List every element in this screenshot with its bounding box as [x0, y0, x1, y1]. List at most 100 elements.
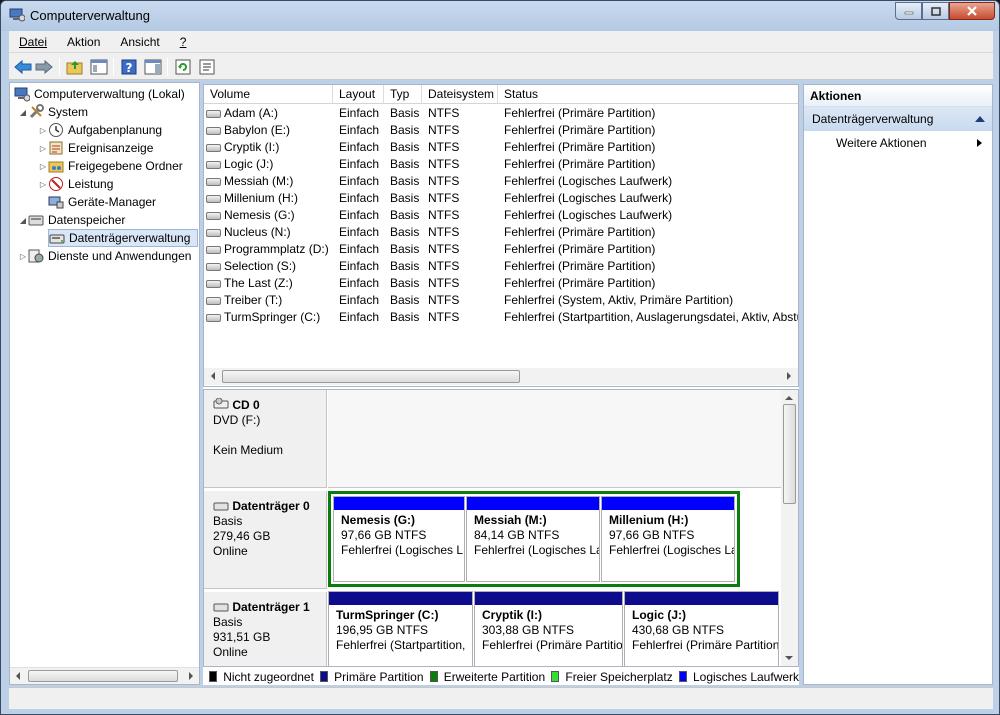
- refresh-button[interactable]: [173, 57, 193, 77]
- volume-row[interactable]: Millenium (H:) Einfach Basis NTFS Fehlerfrei…: [204, 190, 798, 207]
- expand-arrow-icon[interactable]: ▷: [38, 162, 48, 171]
- cell-text: Einfach: [339, 157, 380, 171]
- back-button[interactable]: [13, 57, 33, 77]
- window: Computerverwaltung Datei Aktion Ansicht …: [0, 0, 1000, 715]
- cell-text: Cryptik (I:): [224, 140, 280, 154]
- volume-disk-icon: [206, 178, 221, 186]
- partition-status: Fehlerfrei (Primäre Partition: [632, 638, 778, 652]
- cell-text: NTFS: [428, 174, 460, 188]
- expand-arrow-icon[interactable]: ▷: [18, 252, 28, 261]
- cell-text: Fehlerfrei (Primäre Partition): [504, 225, 656, 239]
- cell-text: Fehlerfrei (Logisches Laufwerk): [504, 174, 673, 188]
- help-button[interactable]: ?: [119, 57, 139, 77]
- partition-logic[interactable]: Logic (J:) 430,68 GB NTFS Fehlerfrei (Prim…: [624, 591, 779, 666]
- volume-filesystem: NTFS: [428, 293, 498, 307]
- volume-row[interactable]: Adam (A:) Einfach Basis NTFS Fehlerfrei (Pri…: [204, 105, 798, 122]
- column-header-layout[interactable]: Layout: [333, 85, 384, 104]
- collapse-arrow-icon[interactable]: ◢: [18, 108, 28, 117]
- shared-folder-icon: [48, 161, 64, 173]
- menu-aktion[interactable]: Aktion: [57, 35, 110, 49]
- show-hide-tree-button[interactable]: [89, 57, 109, 77]
- tree-item-freigegebene-ordner[interactable]: ▷ Freigegebene Ordner: [38, 157, 183, 175]
- volume-type: Basis: [390, 310, 422, 324]
- expand-arrow-icon[interactable]: ▷: [38, 126, 48, 135]
- tree-item-datentraegerverwaltung[interactable]: Datenträgerverwaltung: [48, 229, 198, 247]
- legend-label: Freier Speicherplatz: [565, 669, 673, 684]
- scroll-thumb[interactable]: [783, 404, 796, 504]
- column-header-status[interactable]: Status: [498, 85, 798, 104]
- scroll-thumb[interactable]: [222, 370, 520, 383]
- expand-arrow-icon[interactable]: ▷: [38, 180, 48, 189]
- tree-item-aufgabenplanung[interactable]: ▷ Aufgabenplanung: [38, 121, 162, 139]
- forward-button[interactable]: [34, 57, 54, 77]
- volume-row[interactable]: Selection (S:) Einfach Basis NTFS Fehlerfrei…: [204, 258, 798, 275]
- volume-row[interactable]: TurmSpringer (C:) Einfach Basis NTFS Fehlerf…: [204, 309, 798, 326]
- submenu-arrow-icon: [977, 139, 982, 147]
- cell-text: Basis: [390, 157, 420, 171]
- volume-row[interactable]: Nemesis (G:) Einfach Basis NTFS Fehlerfrei (…: [204, 207, 798, 224]
- maximize-button[interactable]: [922, 2, 949, 20]
- cell-text: Einfach: [339, 208, 380, 222]
- partition-status: Fehlerfrei (Logisches L: [341, 543, 464, 557]
- disk-view-vertical-scrollbar[interactable]: [781, 390, 798, 666]
- partition-name: Messiah (M:): [474, 513, 547, 527]
- menu-help[interactable]: ?: [170, 35, 197, 49]
- status-bar: [9, 687, 993, 709]
- tree-item-leistung[interactable]: ▷ Leistung: [38, 175, 113, 193]
- cell-text: Fehlerfrei (Logisches Laufwerk): [504, 191, 673, 205]
- column-header-typ[interactable]: Typ: [384, 85, 422, 104]
- column-header-volume[interactable]: Volume: [204, 85, 333, 104]
- volume-layout: Einfach: [339, 157, 384, 171]
- tree-label: Datenträgerverwaltung: [69, 231, 191, 245]
- action-pane-button[interactable]: [143, 57, 163, 77]
- properties-button[interactable]: [197, 57, 217, 77]
- tree-item-datenspeicher[interactable]: ◢ Datenspeicher: [18, 211, 125, 229]
- volume-filesystem: NTFS: [428, 242, 498, 256]
- volume-horizontal-scrollbar[interactable]: [204, 368, 798, 385]
- partition-cryptik[interactable]: Cryptik (I:) 303,88 GB NTFS Fehlerfrei (Pr…: [474, 591, 623, 666]
- volume-row[interactable]: Programmplatz (D:) Einfach Basis NTFS Fehler…: [204, 241, 798, 258]
- partition-turmspringer[interactable]: TurmSpringer (C:) 196,95 GB NTFS Fehlerfre…: [328, 591, 473, 666]
- partition-millenium[interactable]: Millenium (H:) 97,66 GB NTFS Fehlerfrei (L…: [601, 496, 735, 582]
- menu-ansicht[interactable]: Ansicht: [110, 35, 169, 49]
- disk-info-disk1[interactable]: Datenträger 1 Basis 931,51 GB Online: [204, 592, 327, 666]
- disk-type: DVD (F:): [213, 413, 261, 427]
- partition-size: 303,88 GB NTFS: [482, 623, 575, 637]
- collapse-up-icon[interactable]: [974, 114, 986, 124]
- tree-item-dienste[interactable]: ▷ Dienste und Anwendungen: [18, 247, 192, 265]
- collapse-arrow-icon[interactable]: ◢: [18, 216, 28, 225]
- disk-management-icon: [49, 234, 65, 244]
- volume-row[interactable]: The Last (Z:) Einfach Basis NTFS Fehlerfrei …: [204, 275, 798, 292]
- volume-row[interactable]: Treiber (T:) Einfach Basis NTFS Fehlerfrei (…: [204, 292, 798, 309]
- computer-management-icon: [9, 8, 25, 22]
- cell-text: TurmSpringer (C:): [224, 310, 321, 324]
- tree-item-root[interactable]: Computerverwaltung (Lokal): [14, 85, 185, 103]
- volume-row[interactable]: Babylon (E:) Einfach Basis NTFS Fehlerfrei (…: [204, 122, 798, 139]
- actions-section-datentraegerverwaltung[interactable]: Datenträgerverwaltung: [804, 107, 992, 131]
- menu-datei[interactable]: Datei: [9, 35, 57, 49]
- tree-item-geraete-manager[interactable]: Geräte-Manager: [48, 193, 156, 211]
- close-button[interactable]: [949, 2, 995, 20]
- title-bar[interactable]: Computerverwaltung: [1, 1, 999, 31]
- minimize-button[interactable]: [895, 2, 922, 20]
- expand-arrow-icon[interactable]: ▷: [38, 144, 48, 153]
- volume-row[interactable]: Messiah (M:) Einfach Basis NTFS Fehlerfrei (…: [204, 173, 798, 190]
- partition-messiah[interactable]: Messiah (M:) 84,14 GB NTFS Fehlerfrei (Log…: [466, 496, 600, 582]
- column-header-dateisystem[interactable]: Dateisystem: [422, 85, 498, 104]
- tree-item-system[interactable]: ◢ System: [18, 103, 88, 121]
- volume-row[interactable]: Logic (J:) Einfach Basis NTFS Fehlerfrei (Pr…: [204, 156, 798, 173]
- disk-info-cd0[interactable]: CD 0 DVD (F:) Kein Medium: [204, 390, 327, 488]
- partition-name: Logic (J:): [632, 608, 686, 622]
- cell-text: Basis: [390, 191, 420, 205]
- scroll-thumb[interactable]: [28, 670, 178, 682]
- tree-horizontal-scrollbar[interactable]: [10, 667, 199, 684]
- volume-row[interactable]: Cryptik (I:) Einfach Basis NTFS Fehlerfrei (…: [204, 139, 798, 156]
- volume-row[interactable]: Nucleus (N:) Einfach Basis NTFS Fehlerfrei (…: [204, 224, 798, 241]
- actions-more[interactable]: Weitere Aktionen: [804, 131, 992, 155]
- volume-type: Basis: [390, 140, 422, 154]
- partition-nemesis[interactable]: Nemesis (G:) 97,66 GB NTFS Fehlerfrei (Log…: [333, 496, 465, 582]
- tree-item-ereignisanzeige[interactable]: ▷ Ereignisanzeige: [38, 139, 153, 157]
- disk-info-disk0[interactable]: Datenträger 0 Basis 279,46 GB Online: [204, 491, 327, 589]
- tree-label: Datenspeicher: [48, 213, 126, 227]
- up-level-button[interactable]: [65, 57, 85, 77]
